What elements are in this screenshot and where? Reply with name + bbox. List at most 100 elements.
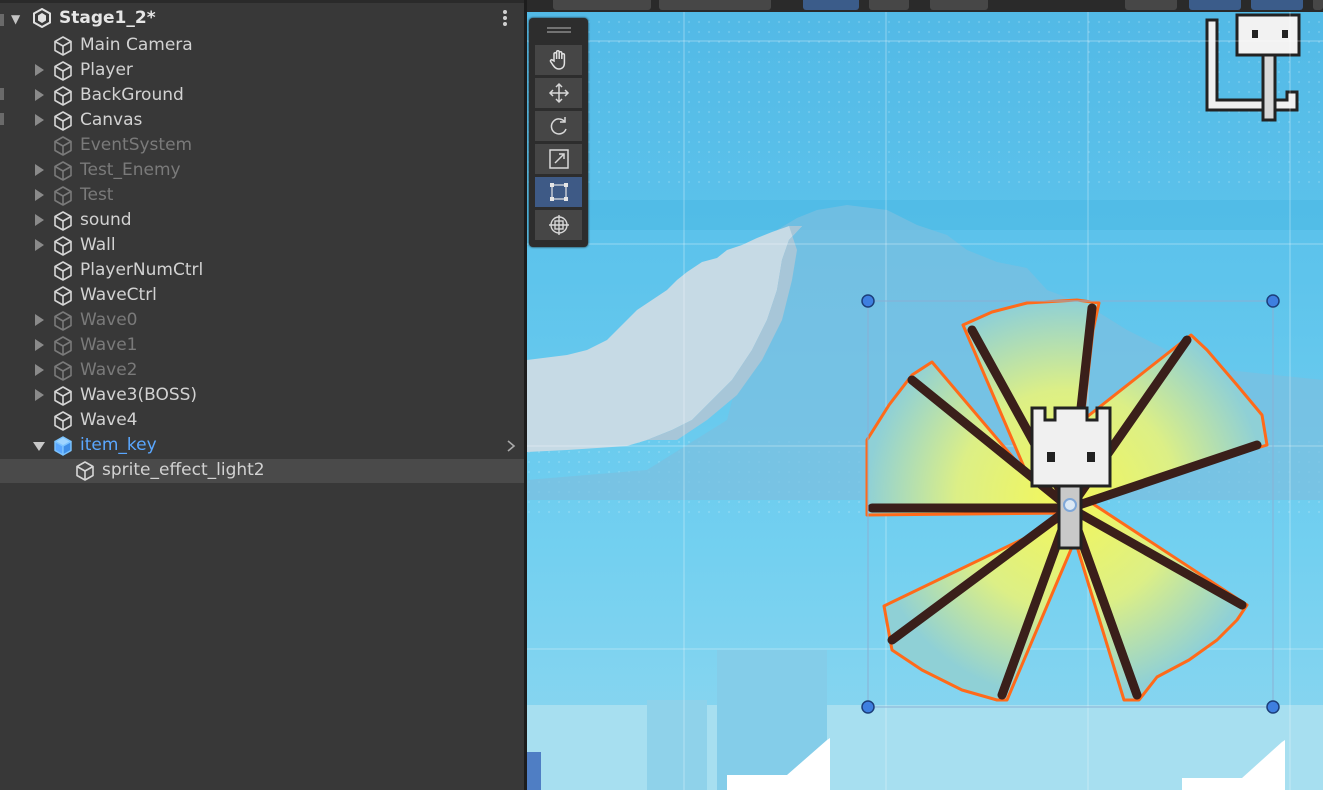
scene-tools-overlay xyxy=(529,18,588,247)
hierarchy-item-label: Test_Enemy xyxy=(80,160,181,180)
expand-arrow-icon[interactable] xyxy=(35,114,44,126)
scene-name: Stage1_2* xyxy=(59,8,156,28)
hierarchy-item[interactable]: Wave4 xyxy=(0,409,524,433)
hierarchy-item[interactable]: PlayerNumCtrl xyxy=(0,259,524,283)
gameobject-cube-icon xyxy=(52,435,74,457)
move-icon xyxy=(548,82,569,104)
snap-increment[interactable] xyxy=(869,0,909,10)
hierarchy-item[interactable]: Canvas xyxy=(0,109,524,133)
hierarchy-item[interactable]: Test xyxy=(0,184,524,208)
hierarchy-item-label: EventSystem xyxy=(80,135,193,155)
unity-scene-icon xyxy=(33,8,51,28)
more-options-icon[interactable] xyxy=(500,8,510,28)
gameobject-cube-icon xyxy=(52,310,74,332)
hierarchy-item-label: WaveCtrl xyxy=(80,285,157,305)
hierarchy-item[interactable]: Test_Enemy xyxy=(0,159,524,183)
hierarchy-item[interactable]: WaveCtrl xyxy=(0,284,524,308)
gameobject-cube-icon xyxy=(52,385,74,407)
pivot-toggle[interactable] xyxy=(553,0,651,10)
hierarchy-item[interactable]: BackGround xyxy=(0,84,524,108)
rect-handle-bottom-left[interactable] xyxy=(861,700,875,714)
hand-tool-button[interactable] xyxy=(535,45,582,76)
transform-tool-button[interactable] xyxy=(535,210,582,241)
hierarchy-item-label: sprite_effect_light2 xyxy=(102,460,265,480)
scene-canvas[interactable] xyxy=(527,0,1323,790)
hierarchy-item-label: BackGround xyxy=(80,85,184,105)
city-building-dark xyxy=(527,752,541,790)
hierarchy-item[interactable]: item_key xyxy=(0,434,524,458)
hierarchy-item[interactable]: Main Camera xyxy=(0,34,524,58)
lighting-toggle[interactable] xyxy=(1251,0,1303,10)
hierarchy-item-label: Test xyxy=(80,185,114,205)
gameobject-cube-icon xyxy=(52,160,74,182)
scene-gizmo-toggle[interactable] xyxy=(1125,0,1177,10)
transform-icon xyxy=(548,215,569,235)
gameobject-cube-icon xyxy=(52,35,74,57)
gameobject-cube-icon xyxy=(52,210,74,232)
sky-dot-pattern xyxy=(527,20,1323,190)
rect-handle-bottom-right[interactable] xyxy=(1266,700,1280,714)
hierarchy-item[interactable]: Wave0 xyxy=(0,309,524,333)
hierarchy-item[interactable]: Wave1 xyxy=(0,334,524,358)
hierarchy-item-label: Wall xyxy=(80,235,116,255)
gameobject-cube-icon xyxy=(52,85,74,107)
rect-tool-button[interactable] xyxy=(535,177,582,208)
gameobject-cube-icon xyxy=(52,360,74,382)
collapse-arrow-icon[interactable] xyxy=(33,442,45,451)
hierarchy-item-label: sound xyxy=(80,210,132,230)
expand-arrow-icon[interactable] xyxy=(35,364,44,376)
scale-tool-button[interactable] xyxy=(535,144,582,175)
expand-arrow-icon[interactable] xyxy=(35,239,44,251)
scene-view[interactable] xyxy=(527,0,1323,790)
scene-header-row[interactable]: ▼ Stage1_2* xyxy=(0,5,524,31)
gameobject-cube-icon xyxy=(52,135,74,157)
hierarchy-panel: ▼ Stage1_2* Main Camera Player BackGround C… xyxy=(0,0,524,790)
chevron-right-icon[interactable] xyxy=(505,438,517,454)
hierarchy-item-label: Wave0 xyxy=(80,310,138,330)
expand-arrow-icon[interactable] xyxy=(35,164,44,176)
gameobject-cube-icon xyxy=(52,410,74,432)
hierarchy-item-label: Canvas xyxy=(80,110,143,130)
hierarchy-item[interactable]: Wave2 xyxy=(0,359,524,383)
expand-arrow-icon[interactable] xyxy=(35,214,44,226)
scene-fold-icon[interactable]: ▼ xyxy=(11,12,20,26)
rotate-icon xyxy=(550,117,567,135)
city-ground xyxy=(527,705,1323,790)
gameobject-cube-icon xyxy=(52,260,74,282)
hierarchy-item[interactable]: EventSystem xyxy=(0,134,524,158)
hierarchy-item[interactable]: Wall xyxy=(0,234,524,258)
global-toggle[interactable] xyxy=(659,0,771,10)
sky-band xyxy=(527,200,1323,230)
grid-snap-toggle[interactable] xyxy=(803,0,859,10)
tools-grip-icon[interactable] xyxy=(547,27,571,33)
expand-arrow-icon[interactable] xyxy=(35,64,44,76)
rotate-tool-button[interactable] xyxy=(535,111,582,142)
view-2d-toggle[interactable] xyxy=(1189,0,1241,10)
rect-handle-top-right[interactable] xyxy=(1266,294,1280,308)
hierarchy-item[interactable]: Wave3(BOSS) xyxy=(0,384,524,408)
panel-top-border xyxy=(0,0,524,3)
expand-arrow-icon[interactable] xyxy=(35,189,44,201)
hierarchy-item-label: Player xyxy=(80,60,133,80)
gameobject-cube-icon xyxy=(74,460,96,482)
gameobject-cube-icon xyxy=(52,235,74,257)
rect-handle-top-left[interactable] xyxy=(861,294,875,308)
gameobject-cube-icon xyxy=(52,185,74,207)
expand-arrow-icon[interactable] xyxy=(35,89,44,101)
expand-arrow-icon[interactable] xyxy=(35,339,44,351)
gameobject-cube-icon xyxy=(52,110,74,132)
expand-arrow-icon[interactable] xyxy=(35,389,44,401)
toolbar-overflow[interactable] xyxy=(1313,0,1323,10)
hierarchy-item-label: Wave3(BOSS) xyxy=(80,385,198,405)
hierarchy-item-label: Wave4 xyxy=(80,410,138,430)
hierarchy-item-label: PlayerNumCtrl xyxy=(80,260,204,280)
grid-size[interactable] xyxy=(930,0,988,10)
hierarchy-item-label: Wave2 xyxy=(80,360,138,380)
hierarchy-item[interactable]: sprite_effect_light2 xyxy=(0,459,524,483)
hierarchy-item[interactable]: sound xyxy=(0,209,524,233)
hierarchy-item-label: Wave1 xyxy=(80,335,138,355)
move-tool-button[interactable] xyxy=(535,78,582,109)
expand-arrow-icon[interactable] xyxy=(35,314,44,326)
rect-icon xyxy=(549,183,568,201)
hierarchy-item[interactable]: Player xyxy=(0,59,524,83)
